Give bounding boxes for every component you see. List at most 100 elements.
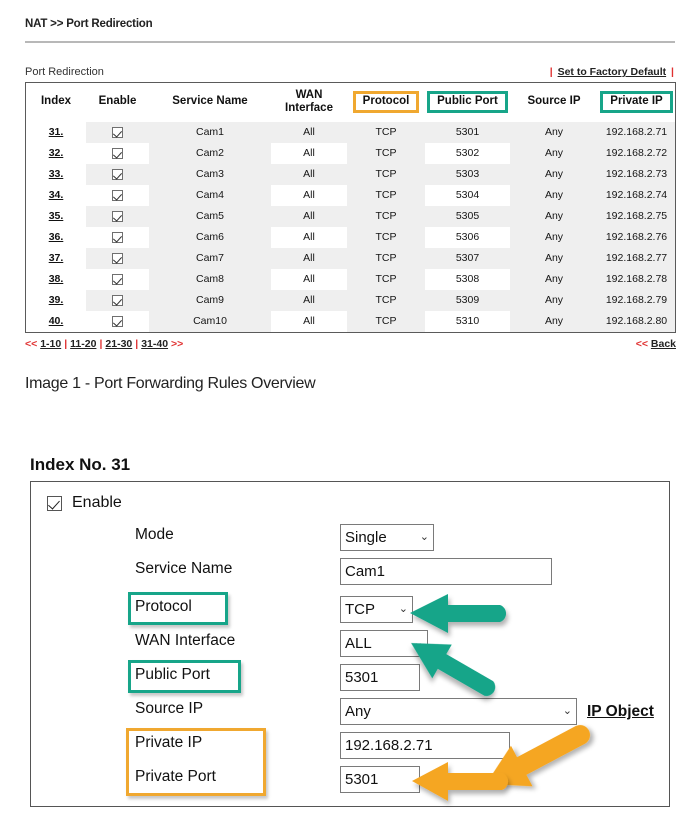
private-port-input[interactable]: 5301 xyxy=(340,766,420,793)
enable-row[interactable]: Enable xyxy=(47,494,122,512)
cell-source-ip: Any xyxy=(510,184,598,206)
cell-index[interactable]: 40. xyxy=(26,310,86,332)
cell-wan: All xyxy=(271,247,347,269)
row-enable-checkbox[interactable] xyxy=(112,189,123,201)
service-name-input[interactable]: Cam1 xyxy=(340,558,552,585)
cell-service-name: Cam8 xyxy=(149,268,271,290)
field-row-wan-interface: WAN Interface ALL ⌄ xyxy=(30,630,670,668)
table-row: 31. Cam1 All TCP 5301 Any 192.168.2.71 xyxy=(26,121,675,143)
figure-caption: Image 1 - Port Forwarding Rules Overview xyxy=(25,375,316,392)
service-name-input-wrap[interactable]: Cam1 xyxy=(340,558,552,585)
cell-private-ip: 192.168.2.77 xyxy=(598,247,675,269)
col-index: Index xyxy=(26,83,86,122)
field-row-mode: Mode Single ⌄ xyxy=(30,524,670,562)
source-ip-select[interactable]: Any ⌄ xyxy=(340,698,577,725)
row-enable-checkbox[interactable] xyxy=(112,294,123,306)
cell-public-port: 5306 xyxy=(425,226,510,248)
back-label[interactable]: Back xyxy=(651,338,676,350)
protocol-select[interactable]: TCP ⌄ xyxy=(340,596,413,623)
row-enable-checkbox[interactable] xyxy=(112,126,123,138)
cell-public-port: 5305 xyxy=(425,205,510,227)
source-ip-select-wrap[interactable]: Any ⌄ xyxy=(340,698,577,725)
cell-protocol: TCP xyxy=(347,205,425,227)
row-enable-checkbox[interactable] xyxy=(112,168,123,180)
protocol-select-wrap[interactable]: TCP ⌄ xyxy=(340,596,413,623)
cell-index[interactable]: 39. xyxy=(26,289,86,311)
cell-index[interactable]: 33. xyxy=(26,163,86,185)
row-enable-checkbox[interactable] xyxy=(112,231,123,243)
back-link[interactable]: << Back xyxy=(636,338,676,350)
col-public-port-highlight: Public Port xyxy=(427,91,508,113)
pager-prev-arrow[interactable]: << xyxy=(25,338,37,350)
cell-protocol: TCP xyxy=(347,163,425,185)
cell-public-port: 5310 xyxy=(425,310,510,332)
cell-index[interactable]: 38. xyxy=(26,268,86,290)
mode-select-wrap[interactable]: Single ⌄ xyxy=(340,524,434,551)
pager-next-arrow[interactable]: >> xyxy=(171,338,183,350)
chevron-down-icon: ⌄ xyxy=(398,603,408,615)
table-header-row: Index Enable Service Name WAN Interface … xyxy=(26,83,675,122)
cell-index[interactable]: 35. xyxy=(26,205,86,227)
cell-enable xyxy=(86,142,149,164)
pager-page-31-40[interactable]: 31-40 xyxy=(141,338,168,350)
cell-index[interactable]: 32. xyxy=(26,142,86,164)
cell-wan: All xyxy=(271,268,347,290)
cell-source-ip: Any xyxy=(510,121,598,143)
set-to-factory-default[interactable]: | Set to Factory Default | xyxy=(548,66,676,78)
protocol-value: TCP xyxy=(345,601,375,618)
cell-service-name: Cam3 xyxy=(149,163,271,185)
cell-source-ip: Any xyxy=(510,142,598,164)
table-body: 31. Cam1 All TCP 5301 Any 192.168.2.71 32. Cam2 A… xyxy=(26,121,675,332)
row-enable-checkbox[interactable] xyxy=(112,210,123,222)
breadcrumb: NAT >> Port Redirection xyxy=(25,18,153,30)
cell-protocol: TCP xyxy=(347,184,425,206)
cell-wan: All xyxy=(271,289,347,311)
cell-wan: All xyxy=(271,163,347,185)
pager-page-21-30[interactable]: 21-30 xyxy=(105,338,132,350)
cell-service-name: Cam10 xyxy=(149,310,271,332)
row-enable-checkbox[interactable] xyxy=(112,252,123,264)
cell-wan: All xyxy=(271,121,347,143)
pager-page-11-20[interactable]: 11-20 xyxy=(70,338,96,350)
header-divider xyxy=(25,41,675,43)
pager-page-1-10[interactable]: 1-10 xyxy=(40,338,61,350)
orange-arrow-private-port-icon xyxy=(410,760,520,804)
col-private-ip-highlight: Private IP xyxy=(600,91,673,113)
chevron-down-icon: ⌄ xyxy=(562,705,572,717)
index-title: Index No. 31 xyxy=(30,455,131,474)
cell-service-name: Cam1 xyxy=(149,121,271,143)
cell-protocol: TCP xyxy=(347,310,425,332)
row-enable-checkbox[interactable] xyxy=(112,147,123,159)
table-row: 38. Cam8 All TCP 5308 Any 192.168.2.78 xyxy=(26,268,675,290)
table-row: 35. Cam5 All TCP 5305 Any 192.168.2.75 xyxy=(26,205,675,227)
teal-arrow-protocol-icon xyxy=(408,592,518,636)
cell-protocol: TCP xyxy=(347,268,425,290)
cell-public-port: 5304 xyxy=(425,184,510,206)
cell-enable xyxy=(86,268,149,290)
pagination[interactable]: << 1-10 | 11-20 | 21-30 | 31-40 >> xyxy=(25,338,183,350)
col-wan-interface: WAN Interface xyxy=(271,83,347,122)
service-name-label: Service Name xyxy=(135,560,233,577)
row-enable-checkbox[interactable] xyxy=(112,273,123,285)
cell-protocol: TCP xyxy=(347,247,425,269)
private-port-input-wrap[interactable]: 5301 xyxy=(340,766,420,793)
cell-index[interactable]: 37. xyxy=(26,247,86,269)
cell-source-ip: Any xyxy=(510,289,598,311)
cell-index[interactable]: 31. xyxy=(26,121,86,143)
enable-checkbox[interactable] xyxy=(47,495,62,511)
set-to-factory-default-link[interactable]: Set to Factory Default xyxy=(558,66,667,78)
mode-value: Single xyxy=(345,529,387,546)
cell-enable xyxy=(86,310,149,332)
cell-service-name: Cam5 xyxy=(149,205,271,227)
col-enable: Enable xyxy=(86,83,149,122)
row-enable-checkbox[interactable] xyxy=(112,315,123,327)
cell-index[interactable]: 34. xyxy=(26,184,86,206)
ip-object-link[interactable]: IP Object xyxy=(587,698,654,725)
cell-service-name: Cam2 xyxy=(149,142,271,164)
cell-private-ip: 192.168.2.73 xyxy=(598,163,675,185)
field-row-service-name: Service Name Cam1 xyxy=(30,558,670,596)
enable-label: Enable xyxy=(72,494,122,511)
mode-select[interactable]: Single ⌄ xyxy=(340,524,434,551)
cell-enable xyxy=(86,184,149,206)
cell-index[interactable]: 36. xyxy=(26,226,86,248)
